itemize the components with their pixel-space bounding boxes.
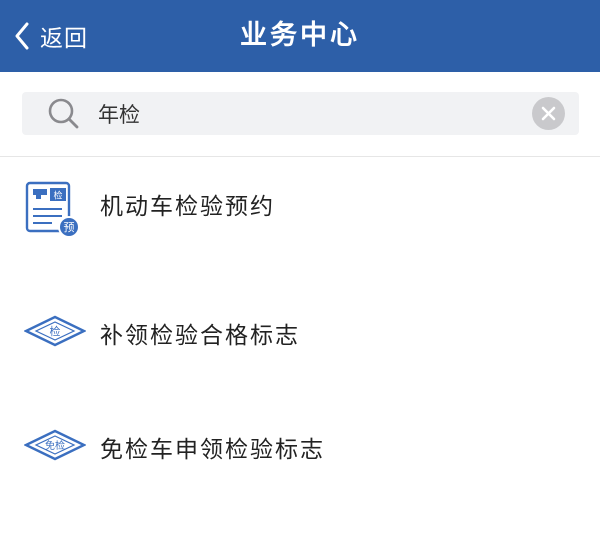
- search-icon: [48, 98, 79, 129]
- icon-badge-text: 检: [50, 324, 61, 338]
- search-area: [0, 72, 600, 157]
- inspection-booking-icon: 检 预: [25, 181, 80, 238]
- list-item[interactable]: 检 预 机动车检验预约: [0, 157, 600, 271]
- inspection-sign-icon: 检: [24, 315, 86, 347]
- clear-search-button[interactable]: [532, 97, 565, 130]
- page-title: 业务中心: [240, 20, 360, 51]
- icon-badge-text: 预: [64, 221, 75, 234]
- header-bar: 返回 业务中心: [0, 0, 600, 72]
- item-label: 免检车申领检验标志: [100, 437, 325, 463]
- exempt-sign-icon: 免检: [24, 429, 86, 461]
- search-box[interactable]: [22, 92, 579, 135]
- icon-badge-text: 检: [53, 190, 62, 202]
- list-item[interactable]: 检 补领检验合格标志: [0, 271, 600, 385]
- item-label: 补领检验合格标志: [100, 323, 300, 349]
- item-label: 机动车检验预约: [100, 194, 275, 220]
- list-item[interactable]: 免检 免检车申领检验标志: [0, 385, 600, 499]
- clear-icon: [541, 106, 556, 121]
- icon-badge-text: 免检: [45, 439, 65, 452]
- result-list: 检 预 机动车检验预约 检 补领检验合格标志 免检 免检车申领检验标志: [0, 157, 600, 499]
- search-input[interactable]: [98, 92, 518, 135]
